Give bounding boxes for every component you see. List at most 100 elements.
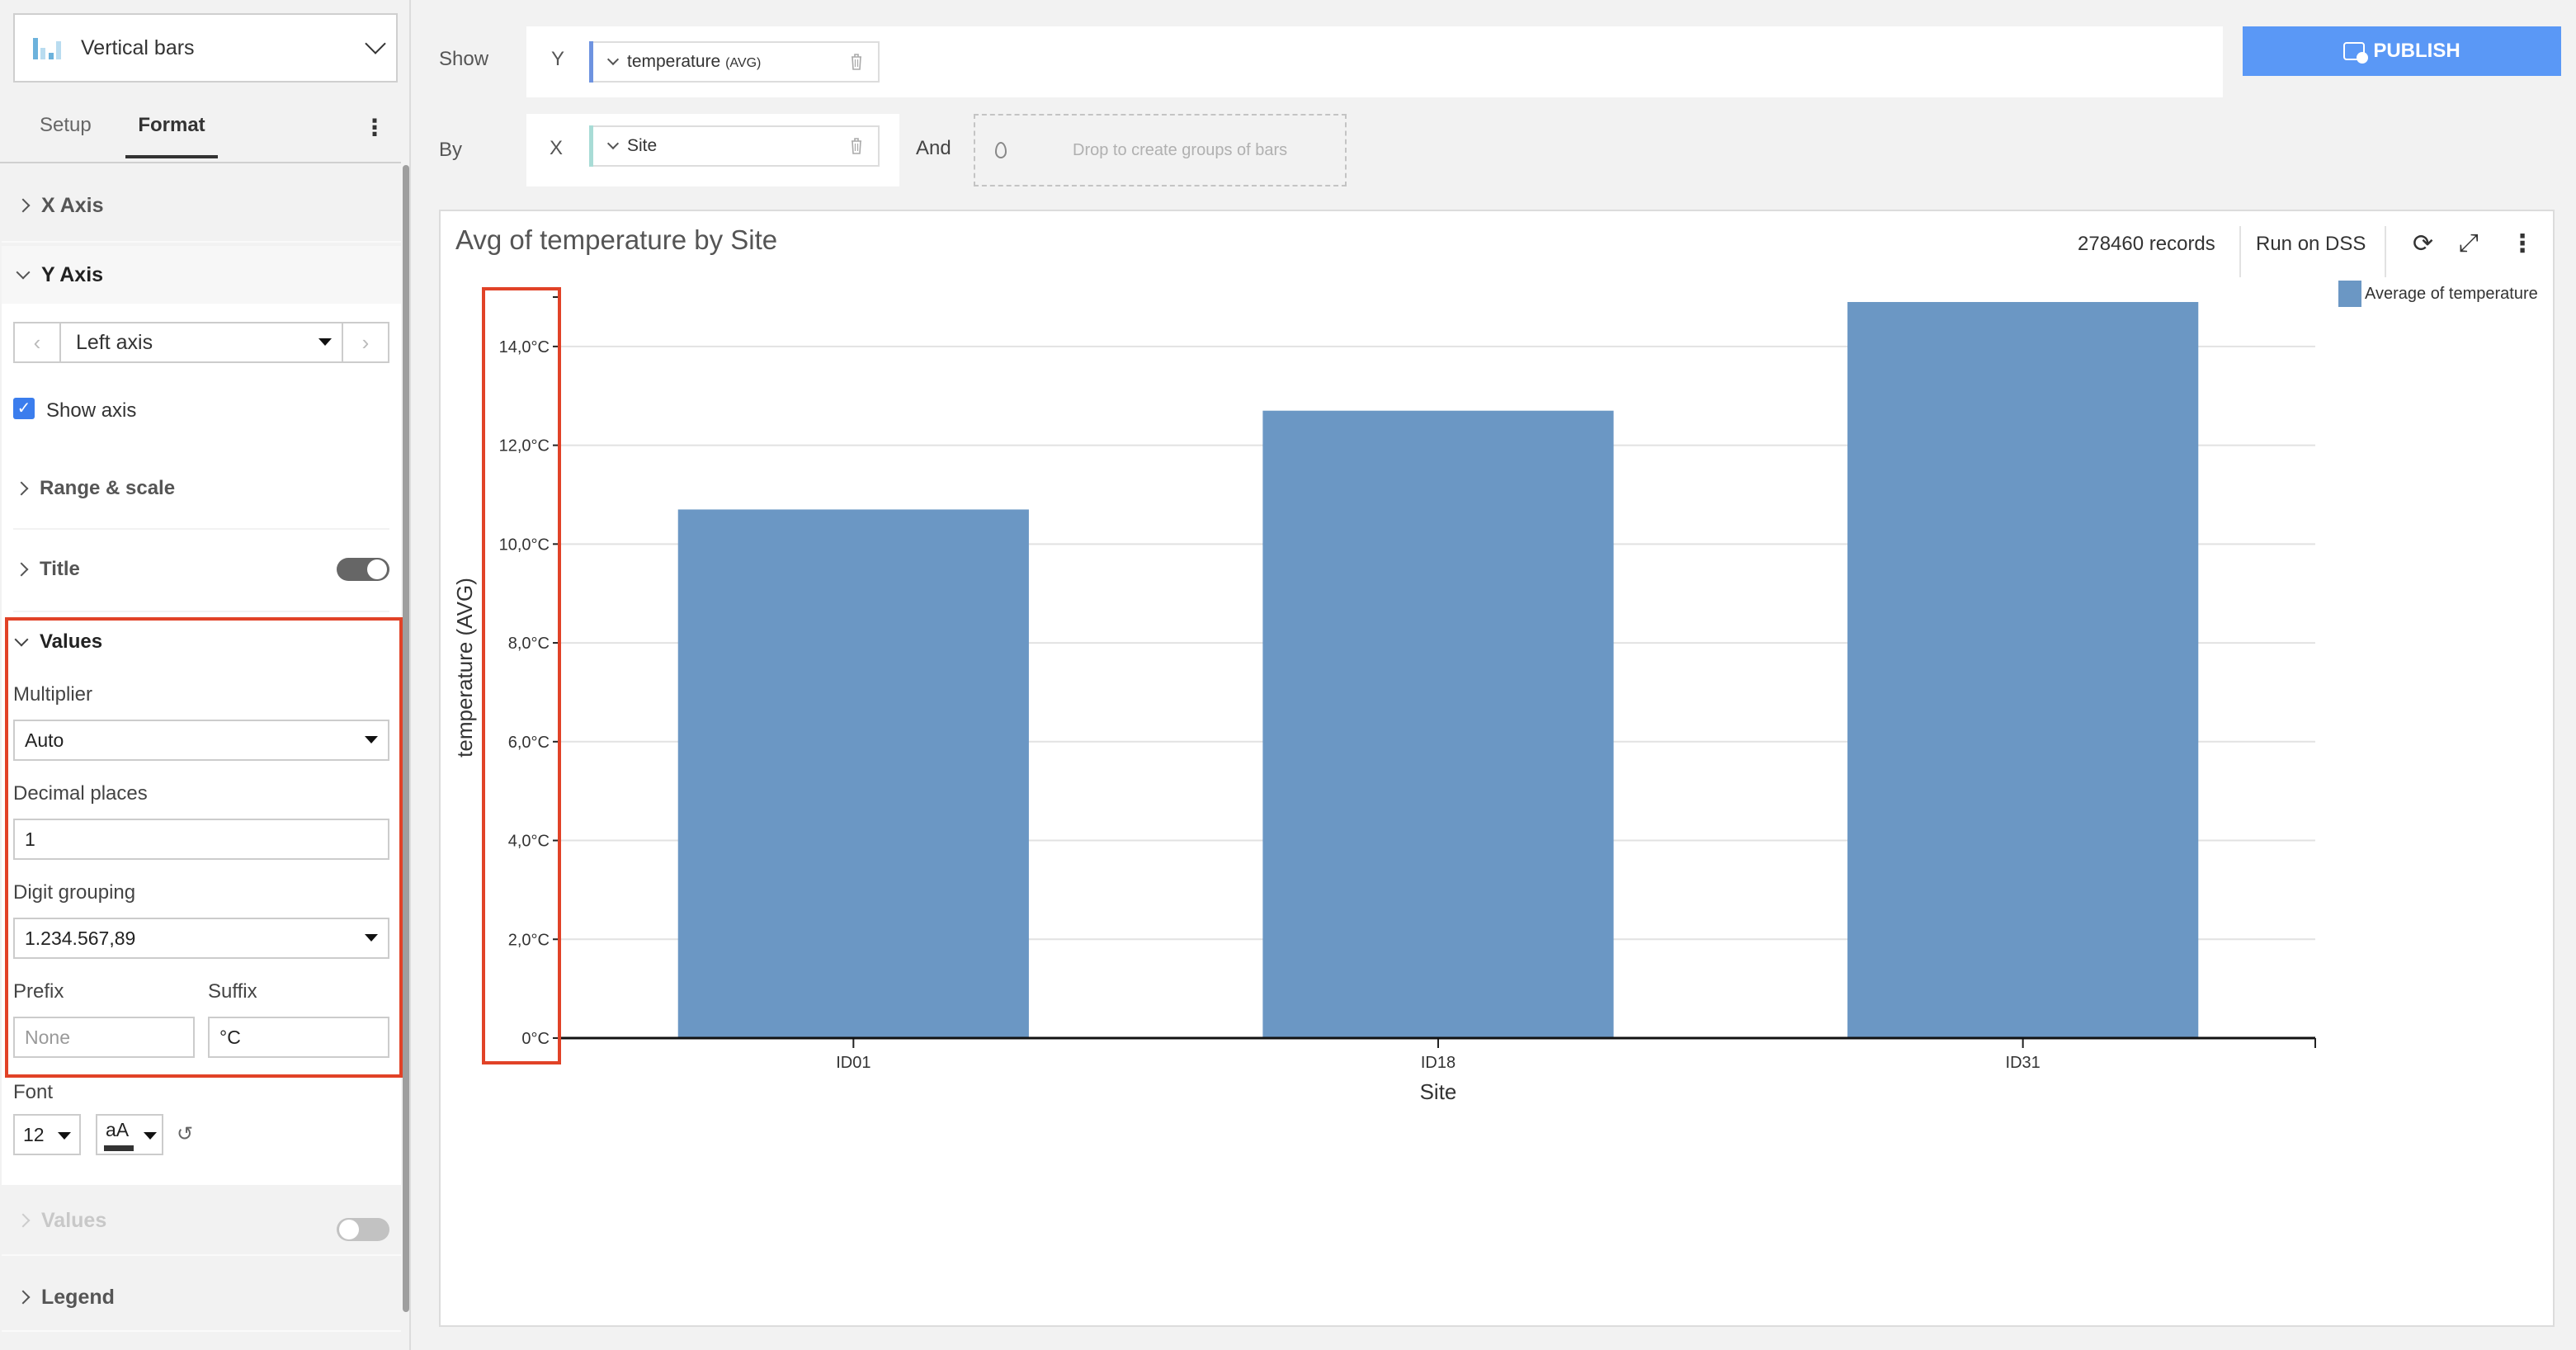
drop-icon [995, 142, 1007, 158]
section-x-axis[interactable]: X Axis [2, 170, 401, 241]
toggle-knob [339, 1220, 359, 1239]
y-tick-label: 14,0°C [499, 338, 550, 356]
bar-ID18[interactable] [1262, 410, 1614, 1038]
axis-dropdown-value: Left axis [76, 330, 153, 354]
y-tick-label: 4,0°C [508, 833, 550, 851]
chevron-down-icon [16, 265, 31, 280]
y-tick-label: 12,0°C [499, 437, 550, 456]
y-measure-agg: (AVG) [725, 56, 762, 70]
chevron-down-icon [14, 632, 29, 647]
trash-icon[interactable] [850, 137, 863, 155]
prefix-placeholder: None [25, 1026, 70, 1048]
tab-format[interactable]: Format [125, 114, 218, 158]
x-dimension-pill[interactable]: Site [589, 125, 880, 167]
digit-grouping-label: Digit grouping [13, 881, 136, 904]
font-color-swatch [104, 1145, 134, 1151]
x-tick-label: ID31 [2006, 1054, 2041, 1072]
divider [13, 611, 389, 612]
section-range-scale[interactable]: Range & scale [13, 454, 389, 523]
more-options-icon[interactable]: ⋮ [363, 114, 386, 141]
toggle-knob [367, 559, 387, 579]
chevron-right-icon [16, 1213, 31, 1228]
decimal-places-value: 1 [25, 828, 35, 850]
font-size-value: 12 [23, 1124, 45, 1145]
y-tick-label: 2,0°C [508, 931, 550, 949]
digit-grouping-value: 1.234.567,89 [25, 927, 136, 949]
font-style-value: aA [106, 1119, 130, 1140]
range-scale-label: Range & scale [40, 477, 176, 499]
y-measure-pill[interactable]: temperature (AVG) [589, 41, 880, 83]
trash-icon[interactable] [850, 53, 863, 71]
multiplier-select[interactable]: Auto [13, 720, 389, 761]
y-measure-label: temperature (AVG) [627, 52, 761, 72]
show-label: Show [439, 48, 489, 70]
vertical-bars-icon [33, 36, 63, 59]
show-axis-label: Show axis [46, 399, 137, 422]
y-tick-label: 8,0°C [508, 635, 550, 653]
decimal-places-input[interactable]: 1 [13, 819, 389, 860]
section-y-axis-label: Y Axis [41, 262, 104, 286]
multiplier-value: Auto [25, 729, 64, 751]
suffix-value: °C [219, 1026, 241, 1048]
values-section-label: Values [40, 630, 103, 653]
tab-setup[interactable]: Setup [40, 114, 92, 155]
divider [2, 1330, 401, 1332]
suffix-input[interactable]: °C [208, 1017, 389, 1058]
chevron-down-icon [365, 33, 386, 54]
prev-axis-button[interactable]: ‹ [15, 323, 61, 361]
chart-type-selector[interactable]: Vertical bars [13, 13, 398, 83]
y-measure-name: temperature [627, 52, 721, 71]
y-tick-label: 10,0°C [499, 536, 550, 554]
prefix-label: Prefix [13, 980, 64, 1003]
show-axis-checkbox[interactable]: ✓ [13, 398, 35, 419]
font-size-select[interactable]: 12 [13, 1114, 81, 1155]
decimal-places-label: Decimal places [13, 782, 148, 805]
caret-down-icon [365, 736, 378, 743]
chevron-right-icon [14, 562, 29, 577]
legend-section-label: Legend [41, 1285, 115, 1309]
divider [13, 528, 389, 530]
x-axis-title: Site [1420, 1079, 1457, 1104]
section-y-axis[interactable]: Y Axis [2, 246, 401, 304]
publish-button[interactable]: PUBLISH [2243, 26, 2561, 76]
values-labels-label: Values [41, 1208, 107, 1232]
caret-down-icon [144, 1132, 157, 1140]
values-toggle[interactable] [337, 1218, 389, 1241]
panel-tabs: Setup Format ⋮ [0, 99, 401, 163]
suffix-label: Suffix [208, 980, 257, 1003]
caret-down-icon [58, 1132, 71, 1140]
chevron-right-icon [16, 198, 31, 213]
group-dropzone[interactable]: Drop to create groups of bars [974, 114, 1347, 186]
section-x-axis-label: X Axis [41, 193, 104, 217]
x-axis-letter: X [550, 137, 564, 159]
font-color-select[interactable]: aA [96, 1114, 163, 1155]
axis-selector: ‹ Left axis › [13, 322, 389, 363]
measure-color-bar [589, 41, 593, 83]
publish-label: PUBLISH [2373, 40, 2460, 62]
title-section-label: Title [40, 558, 80, 580]
bar-chart: 0°C 2,0°C 4,0°C 6,0°C 8,0°C 10,0°C 12,0°C 14,0°… [452, 287, 2316, 1104]
x-tick-label: ID01 [836, 1054, 870, 1072]
title-toggle[interactable] [337, 558, 389, 581]
section-legend[interactable]: Legend [2, 1264, 401, 1330]
y-tick-label: 6,0°C [508, 734, 550, 752]
section-values[interactable]: Values [13, 630, 102, 654]
chevron-right-icon [14, 481, 29, 496]
x-tick-label: ID18 [1421, 1054, 1455, 1072]
reset-font-icon[interactable]: ↺ [177, 1122, 193, 1146]
by-label: By [439, 139, 463, 161]
bar-ID01[interactable] [677, 509, 1029, 1038]
next-axis-button[interactable]: › [342, 323, 388, 361]
panel-scrollbar[interactable] [403, 165, 409, 1312]
bar-ID31[interactable] [1847, 301, 2199, 1038]
multiplier-label: Multiplier [13, 683, 93, 706]
y-tick-label: 0°C [521, 1030, 550, 1048]
and-label: And [916, 137, 951, 159]
font-label: Font [13, 1081, 54, 1103]
y-axis-title: temperature (AVG) [452, 578, 477, 758]
prefix-input[interactable]: None [13, 1017, 195, 1058]
y-axis-letter: Y [551, 48, 565, 70]
section-title[interactable]: Title [13, 538, 343, 601]
axis-dropdown[interactable]: Left axis [61, 323, 342, 361]
digit-grouping-select[interactable]: 1.234.567,89 [13, 918, 389, 959]
